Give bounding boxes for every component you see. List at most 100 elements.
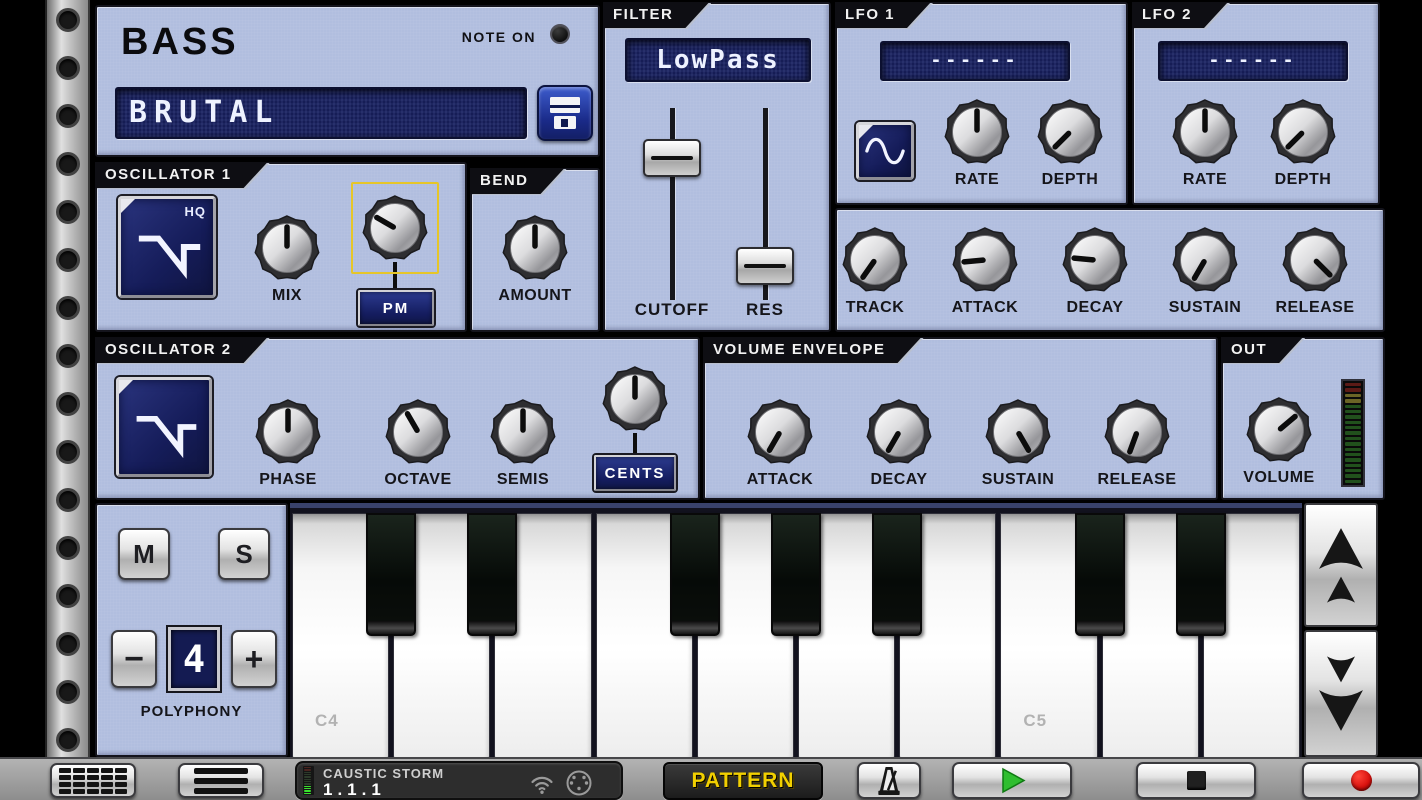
cents-mode-button[interactable]: CENTS [594, 455, 676, 491]
grid-cell [115, 782, 127, 787]
bend-panel: BEND AMOUNT [470, 168, 600, 332]
cutoff-slider[interactable] [643, 108, 701, 300]
black-key-bevel [773, 621, 819, 634]
record-icon [1351, 770, 1372, 791]
black-key[interactable] [872, 513, 922, 636]
track-knob[interactable] [841, 226, 909, 294]
mute-button[interactable]: M [118, 528, 170, 580]
volume-envelope-tab: VOLUME ENVELOPE [703, 337, 922, 363]
output-level-meter [1341, 379, 1365, 487]
amp-decay-knob[interactable] [865, 398, 933, 466]
grid-cell [73, 782, 85, 787]
lfo1-waveform-button[interactable] [856, 122, 914, 180]
grid-cell [59, 775, 71, 780]
rack-hole [56, 680, 80, 704]
black-key-bevel [672, 621, 718, 634]
lfo1-rate-knob[interactable] [943, 98, 1011, 166]
solo-button[interactable]: S [218, 528, 270, 580]
lfo2-depth-knob[interactable] [1269, 98, 1337, 166]
key-label: C4 [315, 711, 339, 731]
octave-down-button[interactable] [1304, 630, 1378, 757]
grid-cell [101, 775, 113, 780]
filter-sustain-knob-group: SUSTAIN [1150, 226, 1260, 317]
amp-release-knob[interactable] [1103, 398, 1171, 466]
song-info-display[interactable]: CAUSTIC STORM 1.1.1 [295, 761, 623, 800]
preset-name-display[interactable]: BRUTAL [115, 87, 527, 139]
polyphony-panel: M S − 4 + POLYPHONY [95, 503, 288, 757]
grid-cell [115, 775, 127, 780]
position-display: 1.1.1 [323, 780, 386, 800]
phase-knob-group: PHASE [233, 398, 343, 489]
polyphony-increment-button[interactable]: + [231, 630, 277, 688]
black-key[interactable] [670, 513, 720, 636]
resonance-slider[interactable] [736, 108, 794, 300]
grid-cell [73, 768, 85, 773]
lfo2-rate-label: RATE [1183, 171, 1227, 189]
volume-envelope-panel: VOLUME ENVELOPE ATTACK DECAY SUSTAIN REL… [703, 337, 1218, 500]
level-meter-segment [304, 788, 311, 789]
filter-type-display[interactable]: LowPass [625, 38, 811, 82]
filter-sustain-knob[interactable] [1171, 226, 1239, 294]
meter-segment [1345, 448, 1361, 451]
stop-icon [1187, 771, 1206, 790]
filter-attack-label: ATTACK [952, 299, 1018, 317]
menu-button[interactable] [178, 763, 264, 798]
amp-sustain-knob[interactable] [984, 398, 1052, 466]
black-key[interactable] [366, 513, 416, 636]
lfo1-depth-knob[interactable] [1036, 98, 1104, 166]
metronome-button[interactable] [857, 762, 921, 799]
play-button[interactable] [952, 762, 1072, 799]
filter-decay-knob[interactable] [1061, 226, 1129, 294]
mixer-grid-button[interactable] [50, 763, 136, 798]
lfo2-panel: LFO 2 ------ RATE DEPTH [1132, 2, 1380, 205]
octave-up-button[interactable] [1304, 503, 1378, 627]
filter-release-knob[interactable] [1281, 226, 1349, 294]
rack-rail [45, 0, 90, 757]
slider-handle[interactable] [643, 139, 701, 177]
rack-hole [56, 296, 80, 320]
grid-cell [101, 789, 113, 794]
black-key-bevel [368, 621, 414, 634]
cents-knob[interactable] [601, 365, 669, 433]
grid-cell [59, 768, 71, 773]
save-preset-button[interactable] [537, 85, 593, 141]
polyphony-decrement-button[interactable]: − [111, 630, 157, 688]
lfo2-rate-knob[interactable] [1171, 98, 1239, 166]
osc2-waveform-button[interactable] [116, 377, 212, 477]
filter-attack-knob[interactable] [951, 226, 1019, 294]
oscillator2-tab: OSCILLATOR 2 [95, 337, 268, 363]
black-key[interactable] [1075, 513, 1125, 636]
filter-decay-label: DECAY [1066, 299, 1123, 317]
amp-sustain-label: SUSTAIN [982, 471, 1055, 489]
pattern-mode-button[interactable]: PATTERN [663, 762, 823, 800]
bend-amount-knob[interactable] [501, 214, 569, 282]
filter-attack-knob-group: ATTACK [930, 226, 1040, 317]
plus-icon: + [245, 641, 264, 678]
lfo2-title: LFO 2 [1132, 2, 1228, 28]
black-key[interactable] [1176, 513, 1226, 636]
slider-track [670, 108, 675, 300]
semis-knob[interactable] [489, 398, 557, 466]
octave-label: OCTAVE [384, 471, 451, 489]
slider-handle[interactable] [736, 247, 794, 285]
osc1-waveform-button[interactable]: HQ [118, 196, 216, 298]
mix-knob[interactable] [253, 214, 321, 282]
meter-segment [1345, 480, 1361, 483]
volume-knob[interactable] [1245, 396, 1313, 464]
amp-sustain-knob-group: SUSTAIN [963, 398, 1073, 489]
semis-knob-group: SEMIS [468, 398, 578, 489]
key-label: C5 [1023, 711, 1047, 731]
minus-icon: − [124, 640, 144, 679]
amp-attack-knob[interactable] [746, 398, 814, 466]
black-key[interactable] [771, 513, 821, 636]
bend-tab: BEND [470, 168, 565, 194]
black-key[interactable] [467, 513, 517, 636]
record-button[interactable] [1302, 762, 1420, 799]
pm-mode-button[interactable]: PM [358, 290, 434, 326]
octave-knob[interactable] [384, 398, 452, 466]
phase-knob[interactable] [254, 398, 322, 466]
stop-button[interactable] [1136, 762, 1256, 799]
meter-segment [1345, 474, 1361, 477]
lfo1-rate-label: RATE [955, 171, 999, 189]
lfo1-depth-knob-group: DEPTH [1015, 98, 1125, 189]
